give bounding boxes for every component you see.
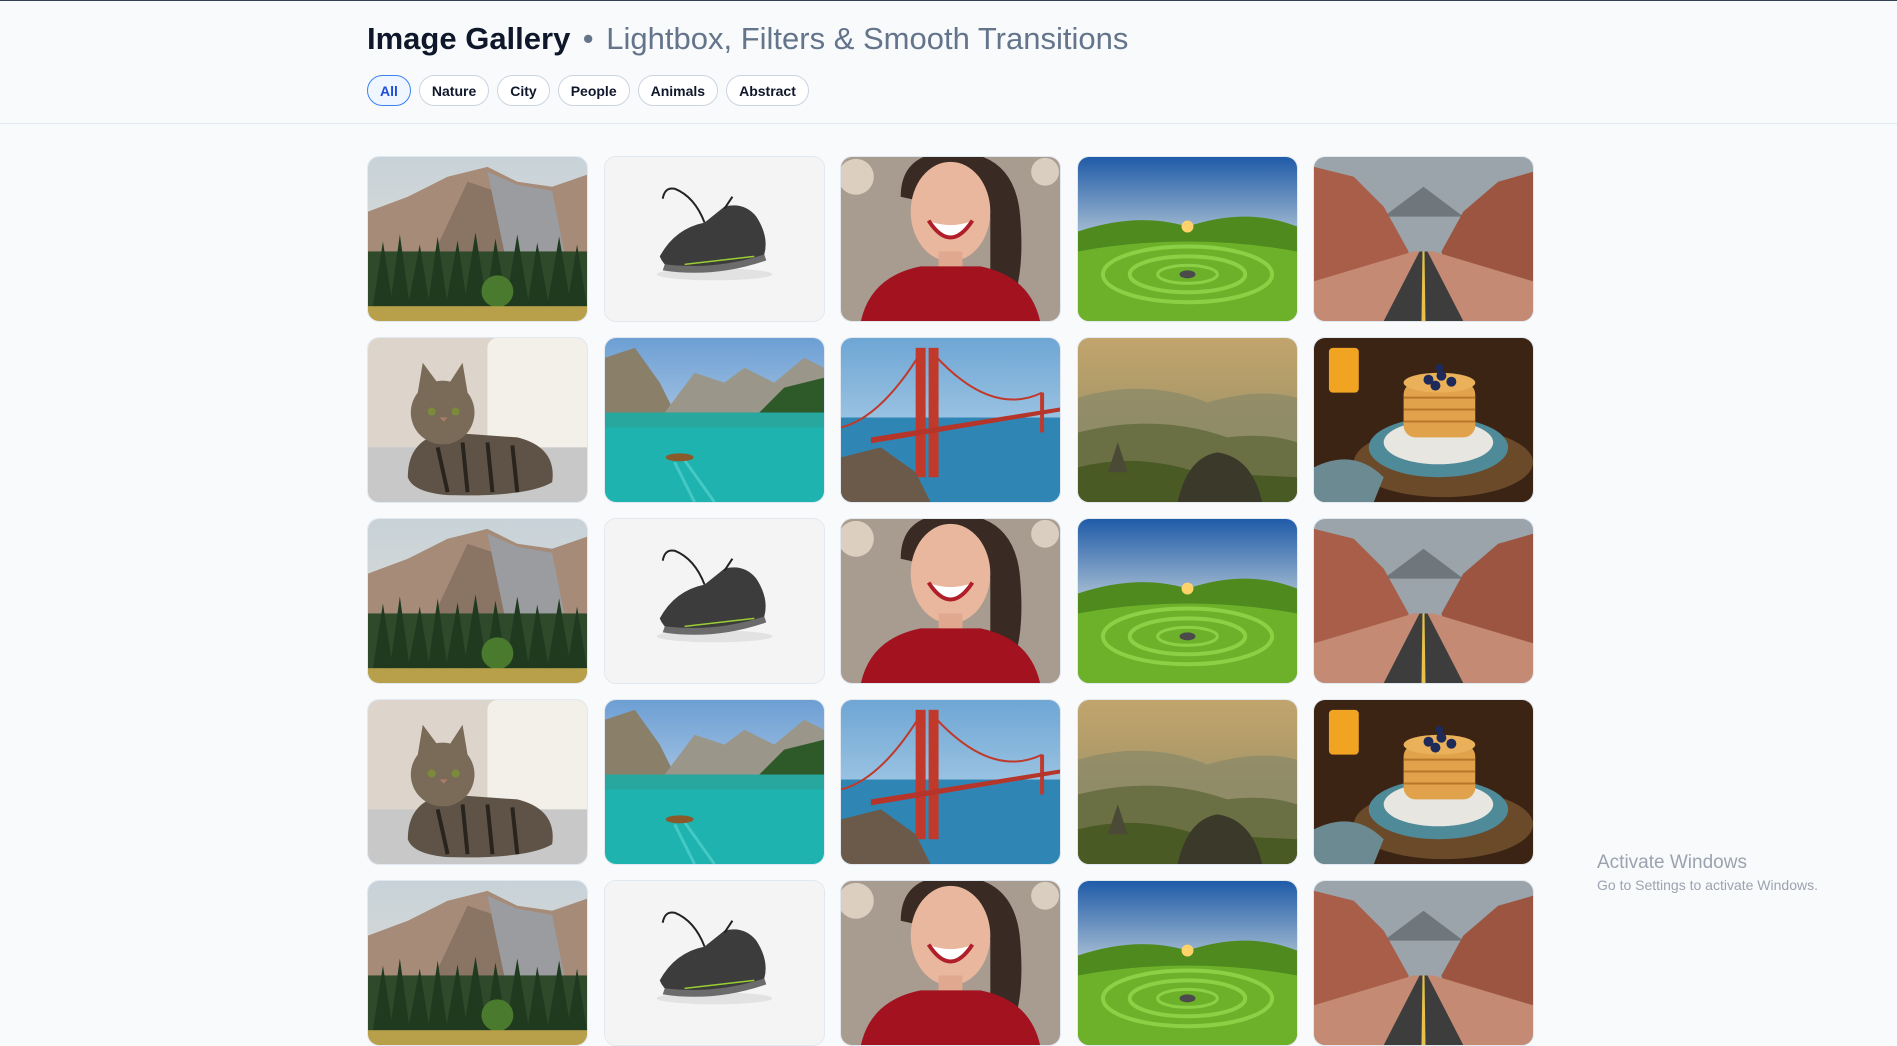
tabby-cat-photo <box>368 338 587 502</box>
gallery-thumbnail-misty-hills[interactable] <box>1076 699 1298 865</box>
gallery-thumbnail-golden-gate-bridge[interactable] <box>840 699 1061 865</box>
gallery-thumbnail-misty-hills[interactable] <box>1076 337 1298 503</box>
filter-abstract-button[interactable]: Abstract <box>726 75 809 106</box>
green-valley-sunset-photo <box>1077 881 1297 1045</box>
gallery-thumbnail-tabby-cat[interactable] <box>367 337 588 503</box>
page-subtitle: • Lightbox, Filters & Smooth Transitions <box>575 21 1129 56</box>
gallery-thumbnail-smiling-woman[interactable] <box>840 880 1061 1046</box>
subtitle-text: Lightbox, Filters & Smooth Transitions <box>606 21 1129 56</box>
filter-people-button[interactable]: People <box>557 75 630 106</box>
golden-gate-bridge-photo <box>841 338 1060 502</box>
title-row: Image Gallery • Lightbox, Filters & Smoo… <box>367 21 1128 57</box>
golden-gate-bridge-photo <box>841 700 1060 864</box>
filter-bar: All Nature City People Animals Abstract <box>367 75 809 106</box>
gallery-thumbnail-smiling-woman[interactable] <box>840 156 1061 322</box>
gallery-thumbnail-sneaker[interactable] <box>603 518 825 684</box>
turquoise-lake-photo <box>604 700 824 864</box>
gallery-thumbnail-green-valley-sunset[interactable] <box>1076 880 1298 1046</box>
red-canyon-road-photo <box>1314 519 1533 683</box>
smiling-woman-photo <box>841 881 1060 1045</box>
misty-hills-photo <box>1077 338 1297 502</box>
gallery-thumbnail-golden-gate-bridge[interactable] <box>840 337 1061 503</box>
gallery-thumbnail-blueberry-pancakes[interactable] <box>1313 699 1534 865</box>
turquoise-lake-photo <box>604 338 824 502</box>
filter-city-button[interactable]: City <box>497 75 550 106</box>
mountain-forest-photo <box>368 519 587 683</box>
gallery-thumbnail-smiling-woman[interactable] <box>840 518 1061 684</box>
gallery-thumbnail-green-valley-sunset[interactable] <box>1076 518 1298 684</box>
tabby-cat-photo <box>368 700 587 864</box>
mountain-forest-photo <box>368 881 587 1045</box>
gallery-thumbnail-turquoise-lake[interactable] <box>603 699 825 865</box>
mountain-forest-photo <box>368 157 587 321</box>
gallery-grid <box>367 156 1534 1046</box>
blueberry-pancakes-photo <box>1314 338 1533 502</box>
gallery-thumbnail-mountain-forest[interactable] <box>367 880 588 1046</box>
blueberry-pancakes-photo <box>1314 700 1533 864</box>
green-valley-sunset-photo <box>1077 157 1297 321</box>
filter-all-button[interactable]: All <box>367 75 411 106</box>
red-canyon-road-photo <box>1314 881 1533 1045</box>
gallery-thumbnail-blueberry-pancakes[interactable] <box>1313 337 1534 503</box>
red-canyon-road-photo <box>1314 157 1533 321</box>
gallery-thumbnail-red-canyon-road[interactable] <box>1313 518 1534 684</box>
smiling-woman-photo <box>841 157 1060 321</box>
gallery-thumbnail-mountain-forest[interactable] <box>367 156 588 322</box>
watermark-subtitle: Go to Settings to activate Windows. <box>1597 877 1818 893</box>
gallery-thumbnail-turquoise-lake[interactable] <box>603 337 825 503</box>
watermark-title: Activate Windows <box>1597 852 1747 873</box>
misty-hills-photo <box>1077 700 1297 864</box>
gallery-thumbnail-tabby-cat[interactable] <box>367 699 588 865</box>
gallery-thumbnail-sneaker[interactable] <box>603 156 825 322</box>
subtitle-separator: • <box>582 21 594 56</box>
filter-animals-button[interactable]: Animals <box>637 75 719 106</box>
windows-activation-watermark: Activate Windows Go to Settings to activ… <box>1597 852 1818 893</box>
green-valley-sunset-photo <box>1077 519 1297 683</box>
gallery-thumbnail-red-canyon-road[interactable] <box>1313 156 1534 322</box>
gallery-thumbnail-sneaker[interactable] <box>603 880 825 1046</box>
smiling-woman-photo <box>841 519 1060 683</box>
sneaker-photo <box>604 519 824 683</box>
gallery-thumbnail-red-canyon-road[interactable] <box>1313 880 1534 1046</box>
sneaker-photo <box>604 157 824 321</box>
sneaker-photo <box>604 881 824 1045</box>
gallery-thumbnail-green-valley-sunset[interactable] <box>1076 156 1298 322</box>
gallery-thumbnail-mountain-forest[interactable] <box>367 518 588 684</box>
gallery-header: Image Gallery • Lightbox, Filters & Smoo… <box>0 1 1897 124</box>
filter-nature-button[interactable]: Nature <box>418 75 490 106</box>
page-title: Image Gallery <box>367 21 571 56</box>
